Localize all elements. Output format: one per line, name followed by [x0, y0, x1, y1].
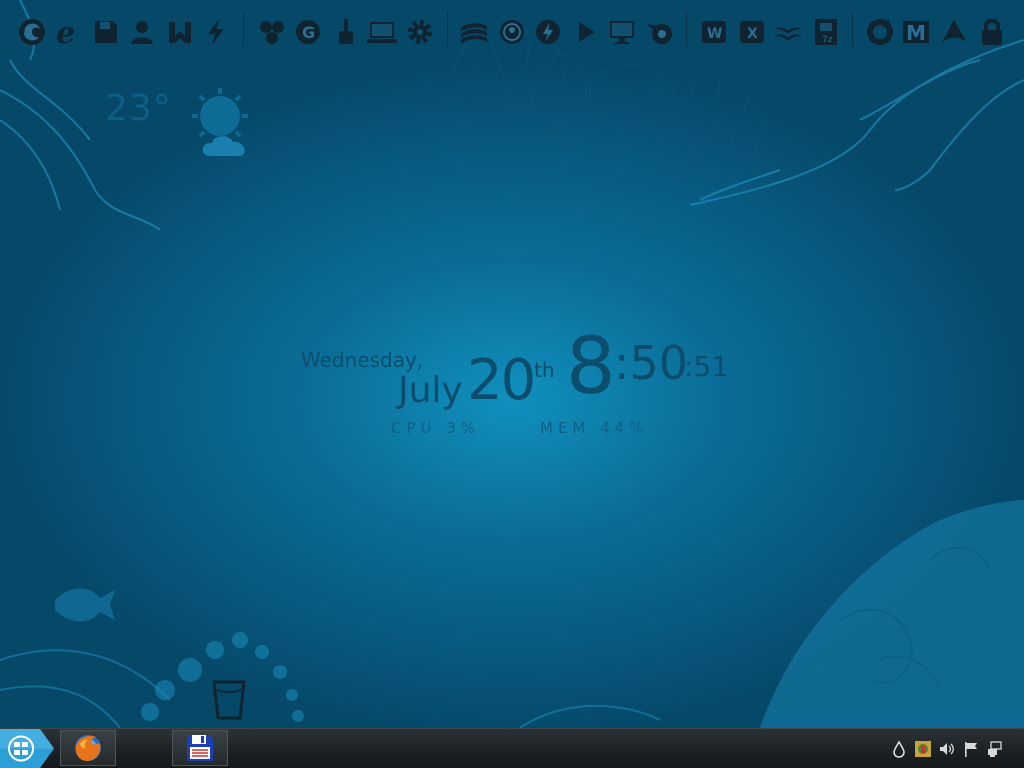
system-tray — [884, 729, 1024, 768]
blender-icon[interactable] — [642, 10, 678, 54]
clock-date-suffix: th — [534, 358, 555, 382]
lock-icon[interactable] — [974, 10, 1010, 54]
dock-separator — [686, 12, 687, 46]
dock-separator — [852, 12, 853, 46]
firefox-icon — [75, 735, 101, 761]
svg-text:M: M — [906, 21, 926, 45]
clock-hour: 8 — [566, 322, 616, 412]
svg-text:G: G — [302, 23, 315, 42]
flash-icon[interactable] — [198, 10, 234, 54]
dock: e G W X 7z M — [0, 10, 1024, 54]
svg-text:W: W — [707, 26, 722, 42]
settings-group-icon[interactable] — [254, 10, 290, 54]
save-icon[interactable] — [88, 10, 124, 54]
dock-separator — [243, 12, 244, 46]
weather-widget: 23° — [105, 86, 285, 166]
taskbar-firefox-button[interactable] — [60, 730, 116, 766]
taskbar-save-button[interactable] — [172, 730, 228, 766]
weather-temperature: 23° — [105, 88, 172, 129]
acrobat-icon[interactable] — [936, 10, 972, 54]
m-icon[interactable]: M — [898, 10, 934, 54]
taskbar — [0, 728, 1024, 768]
refresh-icon[interactable] — [862, 10, 898, 54]
svg-text:7z: 7z — [822, 35, 833, 45]
laptop-icon[interactable] — [364, 10, 400, 54]
excel-icon[interactable]: X — [734, 10, 770, 54]
clock-widget: Wednesday, July 20 th 8 :50 :51 CPU 3% M… — [0, 320, 1024, 450]
clock-day: Wednesday, — [301, 348, 424, 372]
clock-date: 20 — [467, 348, 536, 413]
sun-behind-cloud-icon — [192, 88, 248, 156]
cpu-usage: CPU 3% — [391, 419, 481, 437]
ie-icon[interactable]: e — [50, 10, 86, 54]
dock-separator — [447, 12, 448, 46]
monitor-icon[interactable] — [604, 10, 640, 54]
flag-icon[interactable] — [962, 740, 980, 758]
word-icon[interactable]: W — [696, 10, 732, 54]
desktop[interactable]: 23° e G W X 7z M Wednesday, July 20 th 8… — [0, 0, 1024, 728]
clock-seconds: :51 — [684, 350, 730, 383]
media-icon[interactable] — [494, 10, 530, 54]
mem-usage: MEM 44% — [540, 419, 649, 437]
svg-text:e: e — [56, 16, 75, 48]
clock-minutes: :50 — [614, 336, 689, 390]
torrent-icon[interactable] — [162, 10, 198, 54]
clock-month: July — [398, 370, 463, 411]
google-icon[interactable]: G — [290, 10, 326, 54]
recycle-bin-icon[interactable] — [210, 676, 248, 722]
firefox-icon[interactable] — [14, 10, 50, 54]
brush-icon[interactable] — [328, 10, 364, 54]
volume-icon[interactable] — [938, 740, 956, 758]
user-icon[interactable] — [124, 10, 160, 54]
thunder-icon[interactable] — [530, 10, 566, 54]
wine-icon[interactable] — [770, 10, 806, 54]
svg-text:X: X — [747, 26, 758, 42]
play-icon[interactable] — [568, 10, 604, 54]
zip-icon[interactable]: 7z — [808, 10, 844, 54]
water-drop-icon[interactable] — [890, 740, 908, 758]
windows-start-icon[interactable] — [0, 729, 56, 768]
gear-icon[interactable] — [402, 10, 438, 54]
winamp-icon[interactable] — [456, 10, 492, 54]
network-icon[interactable] — [986, 740, 1004, 758]
network-colorful-icon[interactable] — [914, 740, 932, 758]
floppy-save-icon — [187, 735, 213, 761]
